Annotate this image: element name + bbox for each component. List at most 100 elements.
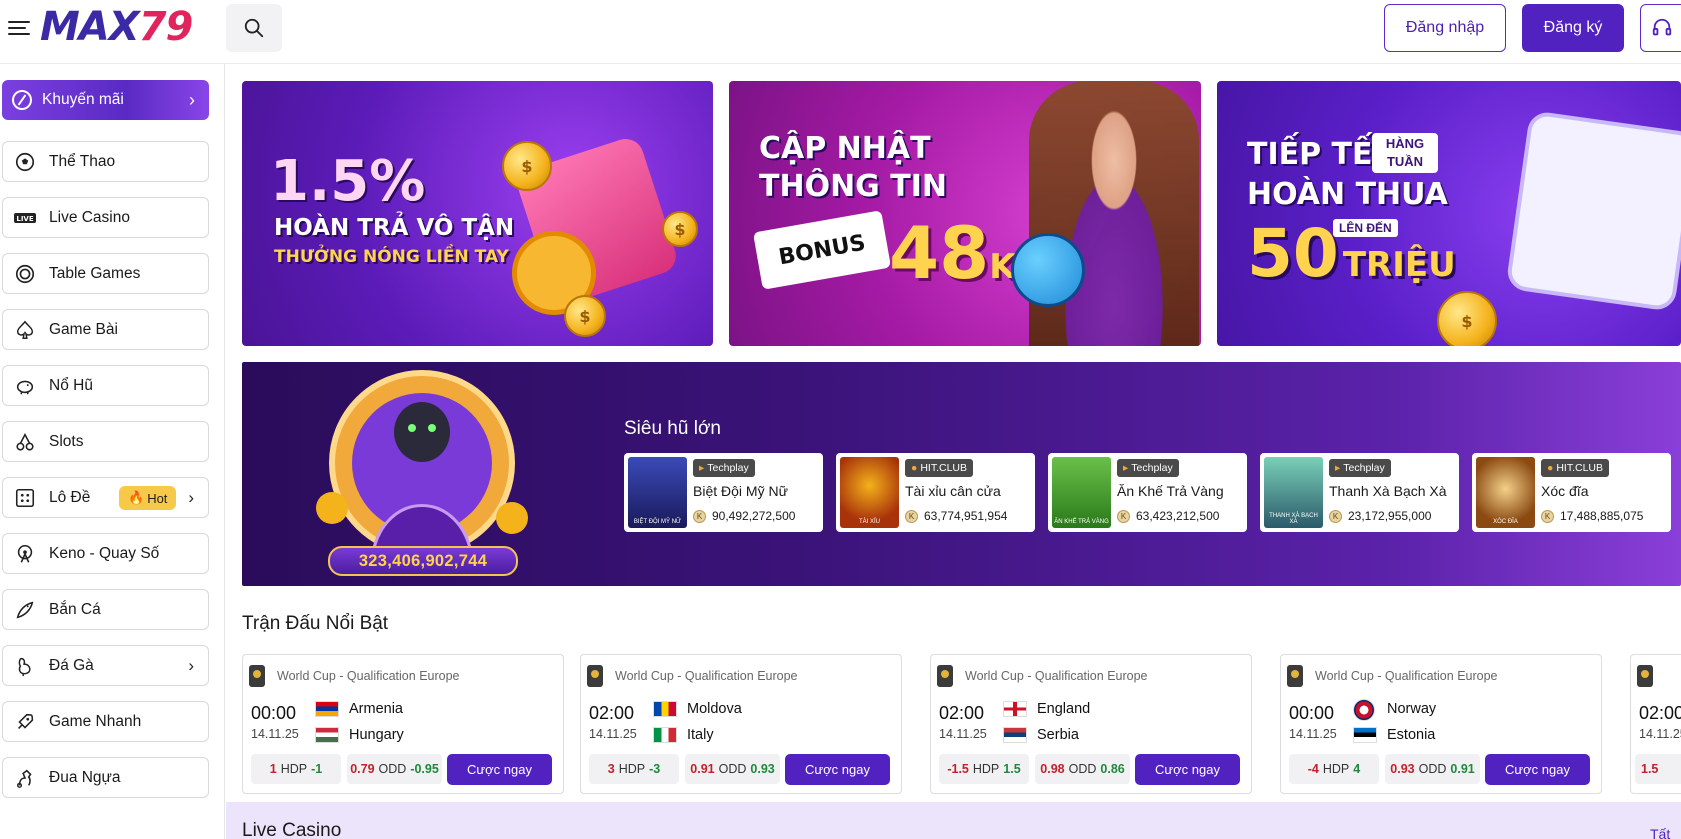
over-under-odds[interactable]: 0.91 ODD 0.93 <box>685 754 780 784</box>
weekly-tag: HÀNG TUẦN <box>1372 133 1438 173</box>
match-card[interactable]: World Cup - Qualification Europe 00:00 1… <box>242 654 564 794</box>
jackpot-game-card[interactable]: XÓC ĐĨA ● HIT.CLUB Xóc đĩa K 17,488,885,07… <box>1472 453 1671 532</box>
over-under-odds[interactable]: 0.93 ODD 0.91 <box>1385 754 1480 784</box>
search-icon <box>244 18 264 38</box>
handicap-odds[interactable]: -4 HDP 4 <box>1289 754 1379 784</box>
world-cup-icon <box>587 665 603 687</box>
calendar-illustration <box>1505 110 1681 312</box>
max79-logo[interactable]: MAX79 <box>40 4 193 50</box>
banner-headline: 1.5% <box>270 149 426 214</box>
world-cup-icon <box>937 665 953 687</box>
home-team: Armenia <box>349 701 403 717</box>
sidebar-item-horse-racing[interactable]: Đua Ngựa <box>2 757 209 798</box>
banner-line: HOÀN THUA <box>1247 177 1448 212</box>
jackpot-game-card[interactable]: TÀI XỈU ● HIT.CLUB Tài xỉu cân cửa K 63,77… <box>836 453 1035 532</box>
coin-icon: K <box>1329 509 1342 523</box>
live-casino-title: Live Casino <box>242 820 342 839</box>
jackpot-game-card[interactable]: BIỆT ĐỘI MỸ NỮ ▸ Techplay Biệt Đội Mỹ Nữ … <box>624 453 823 532</box>
sidebar-item-live-casino[interactable]: LIVE Live Casino <box>2 197 209 238</box>
search-button[interactable] <box>226 4 282 52</box>
england-flag-icon <box>1003 701 1027 717</box>
sidebar-item-table-games[interactable]: Table Games <box>2 253 209 294</box>
ferris-wheel-icon <box>13 542 37 566</box>
match-league: World Cup - Qualification Europe <box>1315 669 1498 683</box>
bet-now-button[interactable]: Cược ngay <box>447 754 552 785</box>
sidebar-item-label: Đá Gà <box>49 656 94 674</box>
promo-banner-bonus[interactable]: CẬP NHẬT THÔNG TIN BONUS 48K <box>729 81 1201 346</box>
over-under-odds[interactable]: 0.79 ODD -0.95 <box>347 754 442 784</box>
banner-line: HOÀN TRẢ VÔ TẬN <box>274 215 515 241</box>
sidebar-item-sports[interactable]: Thể Thao <box>2 141 209 182</box>
sidebar-item-lottery[interactable]: Lô Đề 🔥 Hot › <box>2 477 209 518</box>
bet-now-button[interactable]: Cược ngay <box>1135 754 1240 785</box>
lottery-grid-icon <box>13 486 37 510</box>
match-league: World Cup - Qualification Europe <box>277 669 460 683</box>
headset-icon <box>1652 18 1672 36</box>
banner-line: THƯỞNG NÓNG LIỀN TAY <box>274 247 509 267</box>
rooster-icon <box>13 654 37 678</box>
world-cup-icon <box>249 665 265 687</box>
game-name: Ăn Khế Trả Vàng <box>1117 483 1224 499</box>
home-team: Moldova <box>687 701 742 717</box>
estonia-flag-icon <box>1353 727 1377 743</box>
svg-text:LIVE: LIVE <box>16 215 33 223</box>
match-card[interactable]: World Cup - Qualification Europe 02:00 1… <box>580 654 902 794</box>
jackpot-total-amount: 323,406,902,744 <box>328 546 518 576</box>
coin-icon: K <box>905 509 918 523</box>
handicap-odds[interactable]: 3 HDP -3 <box>589 754 679 784</box>
armenia-flag-icon <box>315 701 339 717</box>
game-thumbnail: BIỆT ĐỘI MỸ NỮ <box>628 457 687 528</box>
sidebar-item-label: Live Casino <box>49 208 130 226</box>
featured-matches-title: Trận Đấu Nổi Bật <box>242 613 389 634</box>
banner-line: TIẾP TẾ <box>1247 137 1373 172</box>
game-thumbnail: THANH XÀ BẠCH XÀ <box>1264 457 1323 528</box>
game-thumbnail: TÀI XỈU <box>840 457 899 528</box>
provider-badge: ● HIT.CLUB <box>905 459 974 477</box>
login-button[interactable]: Đăng nhập <box>1384 4 1506 52</box>
piggy-bank-icon <box>13 374 37 398</box>
match-card[interactable]: World Cup - Qualification Europe 02:00 1… <box>930 654 1252 794</box>
sidebar-item-label: Game Bài <box>49 320 118 338</box>
match-time: 02:00 <box>1639 703 1681 723</box>
hamburger-menu-icon[interactable] <box>8 17 30 39</box>
sidebar-item-cockfight[interactable]: Đá Gà › <box>2 645 209 686</box>
handicap-odds[interactable]: 1.5 <box>1635 754 1681 784</box>
support-button[interactable] <box>1640 4 1681 52</box>
sidebar-item-label: Table Games <box>49 264 141 282</box>
bet-now-button[interactable]: Cược ngay <box>785 754 890 785</box>
sidebar-item-fishing[interactable]: Bắn Cá <box>2 589 209 630</box>
match-card[interactable]: 02:00 14.11.25 1.5 <box>1630 654 1681 794</box>
provider-badge: ● HIT.CLUB <box>1541 459 1610 477</box>
sidebar-item-card-games[interactable]: Game Bài <box>2 309 209 350</box>
home-team: Norway <box>1387 701 1437 717</box>
handicap-odds[interactable]: 1 HDP -1 <box>251 754 341 784</box>
handicap-odds[interactable]: -1.5 HDP 1.5 <box>939 754 1029 784</box>
sidebar-item-keno[interactable]: Keno - Quay Số <box>2 533 209 574</box>
jackpot-game-card[interactable]: ĂN KHẾ TRẢ VÀNG ▸ Techplay Ăn Khế Trả Vàn… <box>1048 453 1247 532</box>
jackpot-title: Siêu hũ lớn <box>624 418 721 439</box>
match-card[interactable]: World Cup - Qualification Europe 00:00 1… <box>1280 654 1602 794</box>
bet-now-button[interactable]: Cược ngay <box>1485 754 1590 785</box>
match-time: 02:00 <box>589 703 635 723</box>
chevron-right-icon: › <box>188 488 194 507</box>
promo-banner-weekly-refund[interactable]: TIẾP TẾ HÀNG TUẦN HOÀN THUA LÊN ĐẾN 50 TR… <box>1217 81 1681 346</box>
sidebar-item-jackpot[interactable]: Nổ Hũ <box>2 365 209 406</box>
sidebar-item-quick-games[interactable]: Game Nhanh <box>2 701 209 742</box>
sidebar-item-label: Khuyến mãi <box>42 91 124 108</box>
sidebar-item-slots[interactable]: Slots <box>2 421 209 462</box>
game-thumbnail: ĂN KHẾ TRẢ VÀNG <box>1052 457 1111 528</box>
see-all-link[interactable]: Tất cả <box>1650 826 1681 839</box>
over-under-odds[interactable]: 0.98 ODD 0.86 <box>1035 754 1130 784</box>
game-jackpot-value: K 63,423,212,500 <box>1117 509 1219 523</box>
jackpot-game-card[interactable]: THANH XÀ BẠCH XÀ ▸ Techplay Thanh Xà Bạch… <box>1260 453 1459 532</box>
coin-icon: $ <box>502 141 552 191</box>
coin-icon: K <box>1541 509 1554 523</box>
sidebar-item-promotions[interactable]: Khuyến mãi › <box>2 80 209 120</box>
promo-banner-cashback[interactable]: 1.5% HOÀN TRẢ VÔ TẬN THƯỞNG NÓNG LIỀN TA… <box>242 81 713 346</box>
register-button[interactable]: Đăng ký <box>1522 4 1624 52</box>
bonus-amount: 48K <box>889 211 1016 295</box>
norway-club-icon <box>1353 699 1375 721</box>
hot-badge: 🔥 Hot <box>119 486 177 510</box>
away-team: Serbia <box>1037 727 1079 743</box>
match-date: 14.11.25 <box>251 727 299 741</box>
